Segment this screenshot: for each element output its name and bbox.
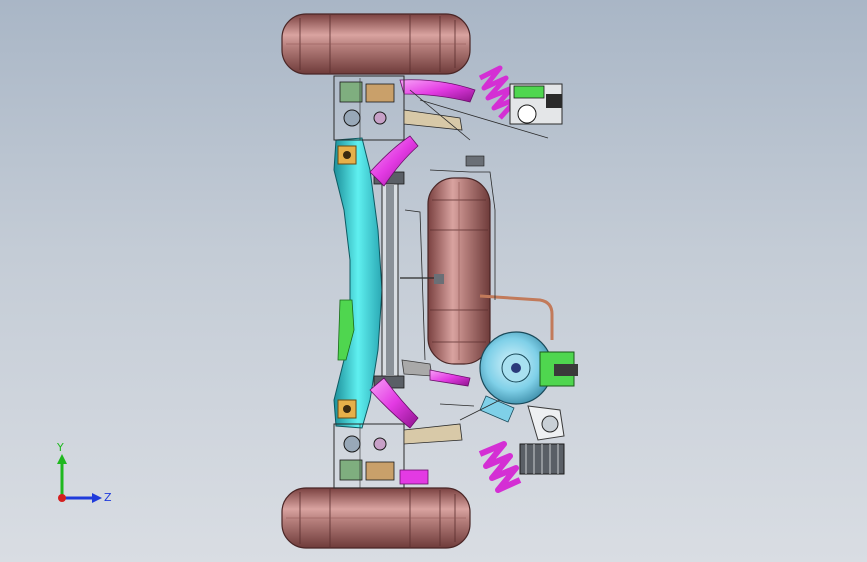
y-axis-label: Y (57, 441, 64, 454)
lower-knuckle-assembly[interactable] (333, 423, 463, 489)
top-wheel[interactable] (281, 13, 471, 75)
brake-booster[interactable] (479, 331, 578, 441)
z-axis-label: Z (104, 491, 112, 504)
upper-coil-spring[interactable] (478, 65, 563, 125)
suspension-assembly-model[interactable] (0, 0, 867, 562)
view-orientation-triad[interactable]: Y Z (48, 440, 118, 510)
lower-coil-spring[interactable] (478, 441, 565, 493)
bottom-wheel[interactable] (281, 487, 471, 549)
x-axis-dot (58, 494, 66, 502)
cad-viewport[interactable]: Y Z (0, 0, 867, 562)
spare-wheel[interactable] (427, 177, 491, 365)
